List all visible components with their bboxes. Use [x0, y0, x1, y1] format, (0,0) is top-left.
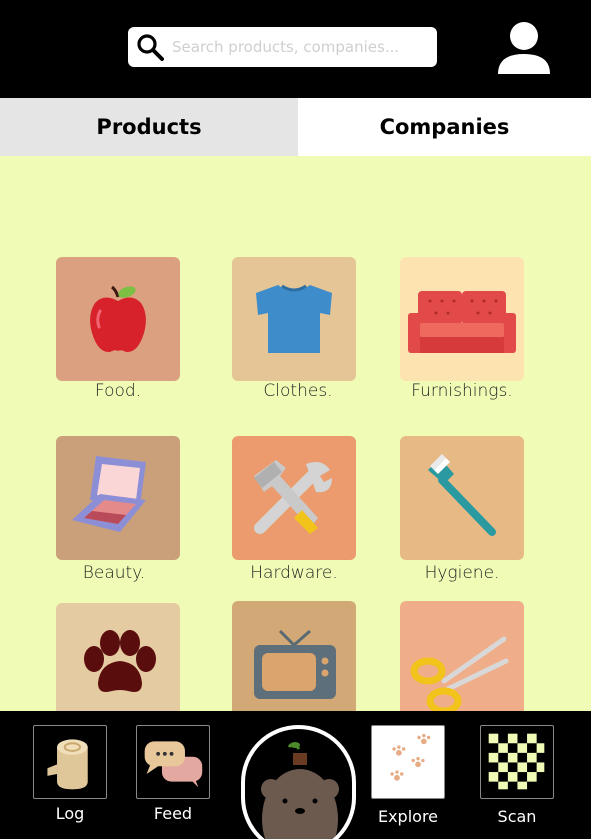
category-label: Hardware. — [250, 563, 338, 583]
qr-code-icon — [486, 731, 547, 792]
category-furnishings[interactable] — [400, 257, 524, 381]
bottom-nav: Log Feed Explore Scan — [0, 711, 591, 839]
tab-bar: Products Companies — [0, 98, 591, 156]
category-pets[interactable] — [56, 603, 180, 727]
tools-icon — [254, 460, 332, 534]
category-label: Beauty. — [82, 563, 146, 583]
nav-log-label: Log — [55, 804, 85, 823]
search-icon — [137, 34, 164, 61]
nav-log-button[interactable] — [33, 725, 107, 799]
nav-feed-label: Feed — [153, 804, 193, 823]
apple-icon — [90, 285, 146, 353]
paw-icon — [84, 630, 156, 692]
category-stationery[interactable] — [400, 601, 524, 725]
nav-feed-button[interactable] — [136, 725, 210, 799]
tab-companies[interactable]: Companies — [298, 98, 591, 156]
tab-products[interactable]: Products — [0, 98, 298, 156]
search-bar[interactable] — [128, 27, 437, 67]
profile-icon[interactable] — [494, 20, 554, 76]
paw-prints-icon — [390, 733, 431, 781]
nav-scan-button[interactable] — [480, 725, 554, 799]
sofa-icon — [408, 291, 516, 353]
top-bar — [0, 0, 591, 98]
category-hygiene[interactable] — [400, 436, 524, 560]
toothbrush-icon — [428, 454, 496, 536]
tv-icon — [254, 629, 336, 699]
nav-scan-label: Scan — [497, 807, 537, 826]
category-clothes[interactable] — [232, 257, 356, 381]
nav-explore-label: Explore — [377, 807, 439, 826]
log-icon — [47, 739, 88, 790]
category-label: Food. — [94, 381, 142, 401]
search-input[interactable] — [172, 33, 427, 61]
scissors-icon — [410, 636, 509, 715]
category-electronics[interactable] — [232, 601, 356, 725]
category-hardware[interactable] — [232, 436, 356, 560]
category-label: Hygiene. — [424, 563, 500, 583]
category-label: Furnishings. — [411, 381, 513, 401]
tshirt-icon — [256, 284, 332, 353]
category-food[interactable] — [56, 257, 180, 381]
compact-icon — [72, 456, 146, 532]
nav-home-button[interactable] — [241, 725, 356, 839]
category-label: Clothes. — [263, 381, 333, 401]
nav-explore-button[interactable] — [371, 725, 445, 799]
bear-mascot-icon — [261, 742, 339, 839]
chat-icon — [144, 741, 203, 788]
category-beauty[interactable] — [56, 436, 180, 560]
